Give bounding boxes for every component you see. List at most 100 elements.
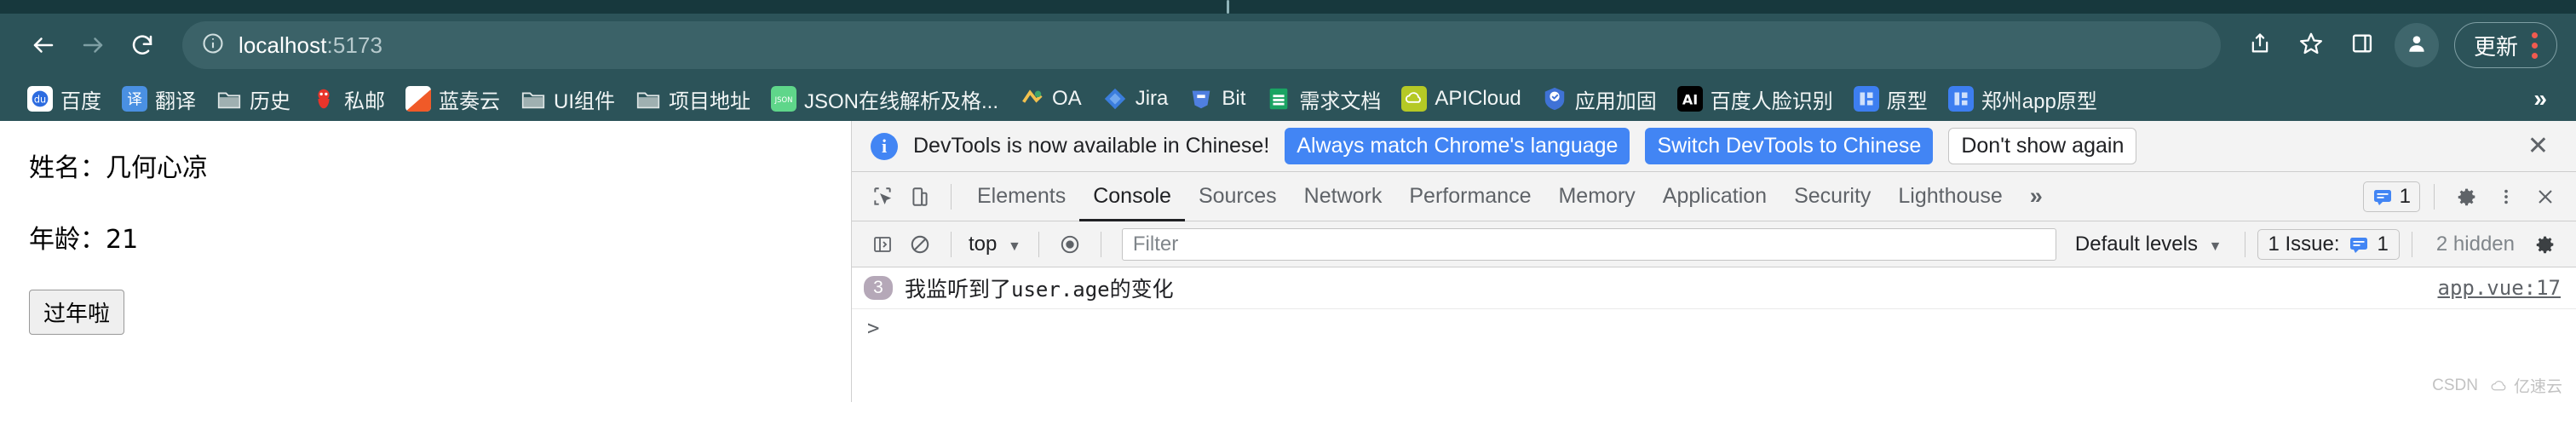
bookmark-label: 需求文档 [1299, 89, 1382, 113]
always-match-language-button[interactable]: Always match Chrome's language [1285, 128, 1630, 164]
clear-console-icon[interactable] [901, 226, 939, 263]
console-message-text: 我监听到了user.age的变化 [905, 273, 1174, 303]
mail-icon [318, 89, 330, 109]
avatar-icon [2406, 32, 2428, 59]
watermark-yisuyun: 亿速云 [2490, 374, 2562, 397]
tab-security[interactable]: Security [1780, 172, 1884, 221]
bookmark-project-address[interactable]: 项目地址 [625, 80, 761, 118]
tab-network[interactable]: Network [1291, 172, 1396, 221]
live-expression-icon[interactable] [1051, 226, 1089, 263]
bookmark-label: 原型 [1886, 89, 1928, 113]
tabs-overflow-button[interactable]: » [2016, 183, 2056, 210]
bookmark-translate[interactable]: 译 翻译 [112, 80, 206, 118]
bookmark-label: 历史 [250, 89, 290, 113]
message-count-badge[interactable]: 1 [2362, 181, 2420, 212]
close-icon[interactable]: ✕ [2519, 131, 2557, 161]
folder-icon [636, 92, 660, 109]
content-area: 姓名：几何心凉 年龄：21 过年啦 i DevTools is now avai… [0, 121, 2576, 402]
bookmark-prototype[interactable]: 原型 [1843, 80, 1938, 118]
prototype-icon [1853, 86, 1879, 112]
bookmark-requirements-doc[interactable]: 需求文档 [1256, 80, 1391, 118]
console-source-link[interactable]: app.vue:17 [2438, 276, 2562, 300]
banner-message: DevTools is now available in Chinese! [913, 134, 1270, 158]
bookmark-baidu-face[interactable]: AI 百度人脸识别 [1667, 80, 1843, 118]
inspect-element-icon[interactable] [864, 178, 901, 216]
bookmark-jira[interactable]: Jira [1092, 82, 1179, 116]
bookmark-zhengzhou-app-prototype[interactable]: 郑州app原型 [1938, 80, 2107, 118]
tab-sources[interactable]: Sources [1185, 172, 1291, 221]
info-circle-icon[interactable] [201, 32, 225, 60]
forward-button[interactable] [68, 20, 118, 70]
divider [951, 231, 952, 257]
kebab-menu-icon[interactable] [2487, 178, 2525, 216]
console-output[interactable]: 3 我监听到了user.age的变化 app.vue:17 > CSDN 亿速云 [852, 267, 2576, 402]
console-log-levels-selector[interactable]: Default levels ▼ [2065, 233, 2233, 256]
issues-count: 1 [2377, 232, 2389, 256]
kebab-menu-icon[interactable] [2527, 32, 2543, 59]
reload-icon [129, 32, 155, 58]
bookmark-star-button[interactable] [2287, 21, 2335, 69]
device-toolbar-icon[interactable] [901, 178, 939, 216]
message-badge-icon [2349, 237, 2367, 253]
translate-icon: 译 [122, 86, 147, 112]
update-button[interactable]: 更新 [2453, 22, 2557, 68]
oa-icon [1022, 89, 1043, 103]
bookmark-bit[interactable]: Bit [1178, 82, 1256, 116]
tab-console[interactable]: Console [1079, 172, 1185, 221]
gear-icon[interactable] [2527, 226, 2564, 263]
tab-lighthouse[interactable]: Lighthouse [1884, 172, 2015, 221]
close-icon[interactable] [2527, 178, 2564, 216]
bookmarks-overflow-button[interactable]: » [2521, 85, 2559, 112]
bookmark-history[interactable]: 历史 [206, 80, 301, 118]
console-message-row[interactable]: 3 我监听到了user.age的变化 app.vue:17 [852, 267, 2576, 309]
bit-icon [1193, 90, 1210, 109]
bookmark-label: 私邮 [344, 89, 385, 113]
tab-indicator[interactable] [1227, 0, 1229, 14]
page-age-line: 年龄：21 [29, 225, 139, 255]
gear-icon[interactable] [2448, 178, 2486, 216]
bookmark-apicloud[interactable]: APICloud [1391, 82, 1531, 116]
tab-performance[interactable]: Performance [1395, 172, 1544, 221]
tab-application[interactable]: Application [1649, 172, 1780, 221]
bookmark-label: 郑州app原型 [1981, 89, 2097, 113]
back-button[interactable] [19, 20, 68, 70]
bookmark-private-mail[interactable]: 私邮 [301, 80, 395, 118]
bookmark-ui-components[interactable]: UI组件 [510, 80, 625, 118]
console-toolbar: top ▼ Default levels ▼ 1 Issue: 1 2 hidd… [852, 221, 2576, 267]
profile-button[interactable] [2394, 23, 2439, 67]
svg-text:译: 译 [127, 91, 142, 109]
star-icon [2298, 31, 2324, 60]
side-panel-button[interactable] [2338, 21, 2386, 69]
tab-elements[interactable]: Elements [963, 172, 1079, 221]
console-sidebar-icon[interactable] [864, 226, 901, 263]
bookmark-lanzouyun[interactable]: 蓝奏云 [395, 80, 510, 118]
bookmark-label: Jira [1135, 87, 1169, 110]
cloud-icon [2491, 380, 2506, 390]
console-text-suffix: 的变化 [1109, 277, 1174, 302]
bookmark-label: 百度人脸识别 [1710, 89, 1833, 113]
reload-button[interactable] [118, 20, 167, 70]
console-input-prompt[interactable]: > [852, 309, 2576, 347]
console-context-selector[interactable]: top ▼ [963, 233, 1026, 256]
bookmark-json-parser[interactable]: JSON JSON在线解析及格... [761, 80, 1009, 118]
share-button[interactable] [2236, 21, 2284, 69]
new-year-button[interactable]: 过年啦 [29, 290, 125, 335]
bookmark-app-hardening[interactable]: 应用加固 [1532, 80, 1667, 118]
lanzou-icon [405, 86, 431, 112]
bookmark-baidu[interactable]: du 百度 [17, 80, 112, 118]
address-bar-url: localhost:5173 [239, 32, 382, 59]
address-bar[interactable]: localhost:5173 [182, 21, 2221, 69]
hidden-messages-count[interactable]: 2 hidden [2424, 233, 2527, 256]
toolbar-actions: 更新 [2236, 21, 2557, 69]
issues-badge[interactable]: 1 Issue: 1 [2257, 228, 2400, 260]
bookmark-label: OA [1052, 87, 1082, 110]
info-icon: i [871, 132, 898, 160]
switch-devtools-language-button[interactable]: Switch DevTools to Chinese [1645, 128, 1934, 164]
svg-text:AI: AI [1682, 92, 1698, 108]
page-name-line: 姓名：几何心凉 [29, 153, 208, 183]
tab-strip [0, 0, 2576, 14]
dont-show-again-button[interactable]: Don't show again [1948, 128, 2137, 164]
console-filter-input[interactable] [1121, 227, 2056, 261]
tab-memory[interactable]: Memory [1544, 172, 1648, 221]
bookmark-oa[interactable]: OA [1009, 82, 1092, 116]
